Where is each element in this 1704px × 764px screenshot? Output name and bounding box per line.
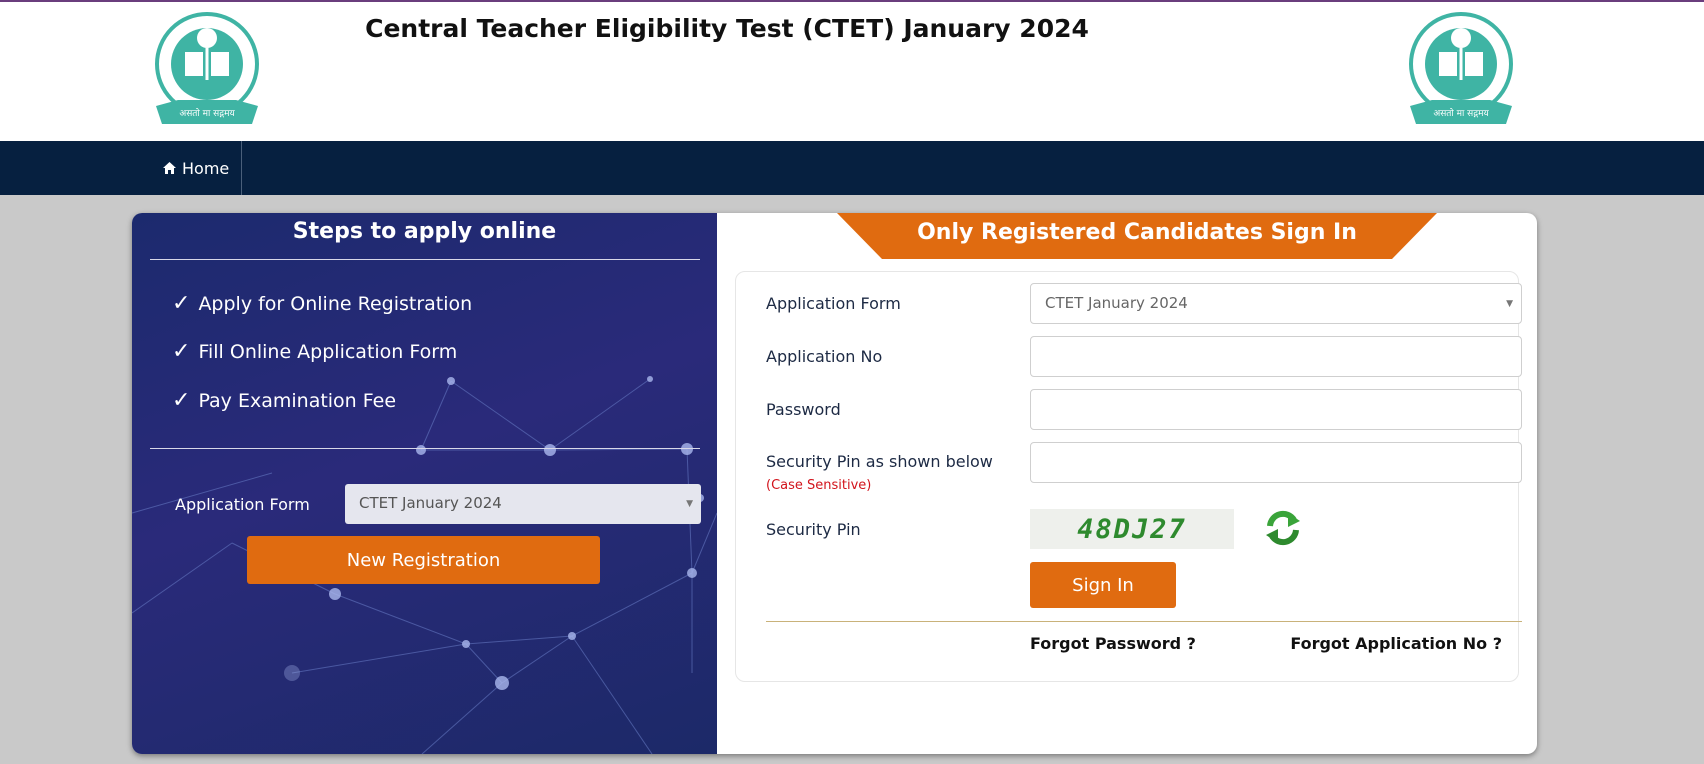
forgot-application-no-link[interactable]: Forgot Application No ? [1290,634,1502,653]
divider [150,448,700,449]
svg-text:असतो मा सद्गमय: असतो मा सद्गमय [179,107,235,119]
password-label: Password [766,400,841,419]
new-registration-button[interactable]: New Registration [247,536,600,584]
application-no-label: Application No [766,347,883,366]
checkmark-icon: ✓ [172,339,191,364]
application-form-select[interactable]: CTET January 2024 ▼ [345,484,701,524]
case-sensitive-note: (Case Sensitive) [766,478,872,493]
site-header: भारत असतो मा सद्गमय Central Teacher Elig… [0,0,1704,141]
divider [150,259,700,260]
captcha-image: 48DJ27 [1030,509,1234,549]
security-pin-label: Security Pin [766,520,861,539]
application-form-label: Application Form [175,495,310,514]
steps-panel: Steps to apply online ✓ Apply for Online… [132,213,717,754]
main-navbar: Home [0,141,1704,195]
signin-title: Only Registered Candidates Sign In [917,220,1357,245]
home-icon [163,162,176,174]
sign-in-button[interactable]: Sign In [1030,562,1176,608]
cbse-logo-right: भारत असतो मा सद्गमय [1409,12,1513,124]
svg-text:असतो मा सद्गमय: असतो मा सद्गमय [1433,107,1489,119]
nav-home-link[interactable]: Home [150,141,243,195]
page-title: Central Teacher Eligibility Test (CTET) … [365,14,1089,43]
step-item: ✓ Pay Examination Fee [172,388,396,413]
step-label: Fill Online Application Form [198,340,458,363]
signin-form: Application Form CTET January 2024 ▼ App… [735,271,1522,682]
refresh-icon[interactable] [1264,509,1302,547]
security-pin-input[interactable] [1030,442,1522,483]
password-input[interactable] [1030,389,1522,430]
application-form-select[interactable]: CTET January 2024 ▼ [1030,283,1522,324]
step-label: Pay Examination Fee [198,389,397,412]
dropdown-caret-icon: ▼ [1506,299,1513,309]
steps-title: Steps to apply online [292,219,557,244]
application-form-value: CTET January 2024 [1045,294,1188,312]
security-pin-shown-label: Security Pin as shown below [766,452,993,471]
dropdown-caret-icon: ▼ [686,499,693,509]
step-item: ✓ Fill Online Application Form [172,339,457,364]
signin-panel: Only Registered Candidates Sign In Appli… [717,213,1537,754]
svg-text:भारत: भारत [1451,88,1471,99]
forgot-password-link[interactable]: Forgot Password ? [1030,634,1196,653]
application-form-label: Application Form [766,294,901,313]
svg-text:भारत: भारत [197,88,217,99]
application-form-value: CTET January 2024 [359,494,502,512]
divider [766,621,1522,622]
main-card: Steps to apply online ✓ Apply for Online… [132,213,1537,754]
step-item: ✓ Apply for Online Registration [172,291,472,316]
checkmark-icon: ✓ [172,388,191,413]
step-label: Apply for Online Registration [198,292,473,315]
checkmark-icon: ✓ [172,291,191,316]
application-no-input[interactable] [1030,336,1522,377]
nav-home-label: Home [182,158,230,178]
